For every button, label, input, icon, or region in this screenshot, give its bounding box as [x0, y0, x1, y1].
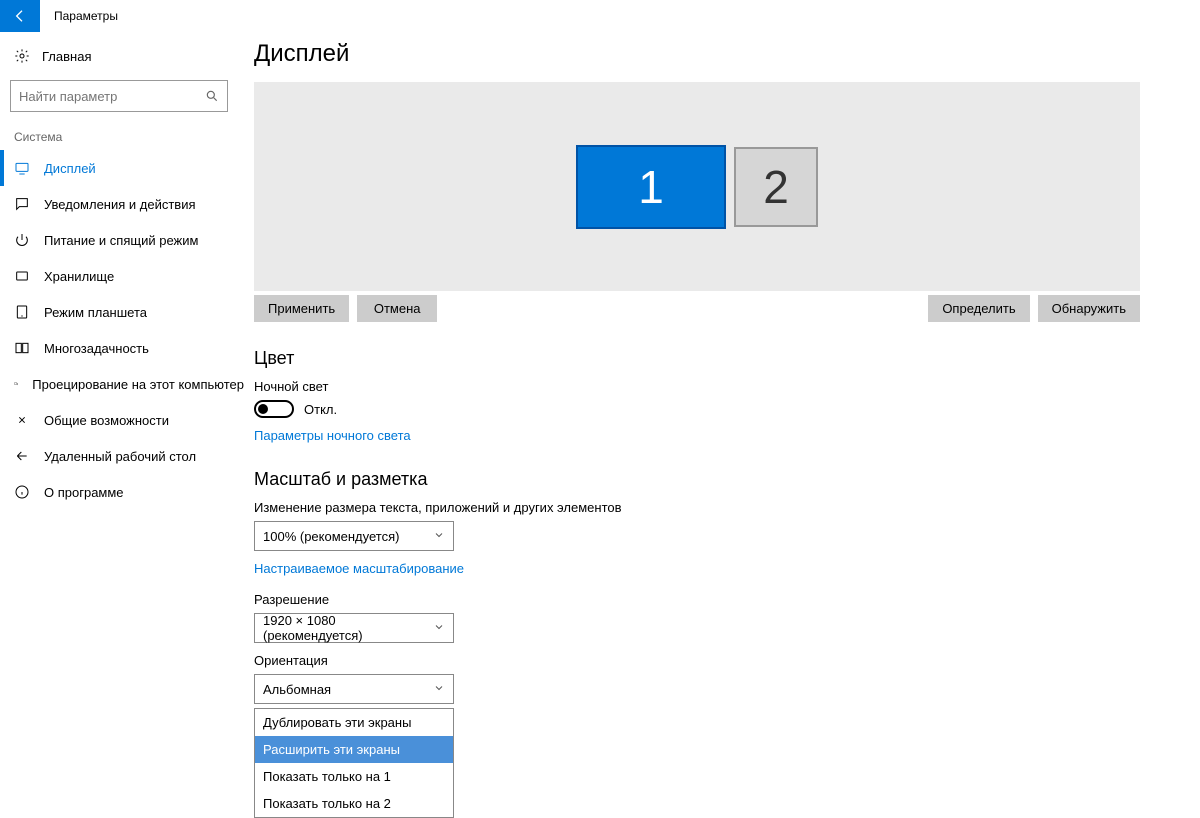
- sidebar-item-label: Удаленный рабочий стол: [44, 449, 196, 464]
- monitor-2[interactable]: 2: [734, 147, 818, 227]
- multiple-displays-dropdown[interactable]: Дублировать эти экраны Расширить эти экр…: [254, 708, 454, 818]
- resolution-value: 1920 × 1080 (рекомендуется): [263, 613, 433, 643]
- chevron-down-icon: [433, 682, 445, 694]
- monitor-icon: [14, 160, 30, 176]
- sidebar-item-label: Уведомления и действия: [44, 197, 196, 212]
- orientation-value: Альбомная: [263, 682, 331, 697]
- shared-icon: [14, 412, 30, 428]
- window-title: Параметры: [40, 0, 132, 32]
- monitor-1[interactable]: 1: [576, 145, 726, 229]
- info-icon: [14, 484, 30, 500]
- sidebar-item-multitasking[interactable]: Многозадачность: [0, 330, 248, 366]
- chat-icon: [14, 196, 30, 212]
- scale-value: 100% (рекомендуется): [263, 529, 399, 544]
- identify-button[interactable]: Определить: [928, 295, 1029, 322]
- sidebar-item-power[interactable]: Питание и спящий режим: [0, 222, 248, 258]
- apply-button[interactable]: Применить: [254, 295, 349, 322]
- search-box[interactable]: [10, 80, 228, 112]
- nightlight-state: Откл.: [304, 402, 337, 417]
- sidebar-item-label: Режим планшета: [44, 305, 147, 320]
- sidebar-item-label: Общие возможности: [44, 413, 169, 428]
- cancel-button[interactable]: Отмена: [357, 295, 437, 322]
- sidebar-item-label: Проецирование на этот компьютер: [32, 377, 244, 392]
- sidebar-group-label: Система: [10, 130, 248, 150]
- custom-scaling-link[interactable]: Настраиваемое масштабирование: [254, 561, 1140, 576]
- orientation-select[interactable]: Альбомная: [254, 674, 454, 704]
- sidebar-item-label: Многозадачность: [44, 341, 149, 356]
- remote-icon: [14, 448, 30, 464]
- sidebar-item-projecting[interactable]: Проецирование на этот компьютер: [0, 366, 248, 402]
- sidebar-item-label: Хранилище: [44, 269, 114, 284]
- sidebar-item-about[interactable]: О программе: [0, 474, 248, 510]
- sidebar-item-tablet[interactable]: Режим планшета: [0, 294, 248, 330]
- nightlight-settings-link[interactable]: Параметры ночного света: [254, 428, 1140, 443]
- sidebar-item-label: Питание и спящий режим: [44, 233, 198, 248]
- project-icon: [14, 376, 18, 392]
- tablet-icon: [14, 304, 30, 320]
- orientation-label: Ориентация: [254, 653, 1140, 668]
- color-heading: Цвет: [254, 348, 1140, 369]
- dropdown-option-only1[interactable]: Показать только на 1: [255, 763, 453, 790]
- sidebar-item-label: О программе: [44, 485, 124, 500]
- sidebar-home[interactable]: Главная: [10, 42, 248, 70]
- search-input[interactable]: [19, 89, 205, 104]
- chevron-down-icon: [433, 529, 445, 541]
- sidebar-home-label: Главная: [42, 49, 91, 64]
- dropdown-option-extend[interactable]: Расширить эти экраны: [255, 736, 453, 763]
- nightlight-label: Ночной свет: [254, 379, 1140, 394]
- dropdown-option-only2[interactable]: Показать только на 2: [255, 790, 453, 817]
- resolution-label: Разрешение: [254, 592, 1140, 607]
- resolution-select[interactable]: 1920 × 1080 (рекомендуется): [254, 613, 454, 643]
- back-button[interactable]: [0, 0, 40, 32]
- sidebar-item-label: Дисплей: [44, 161, 96, 176]
- sidebar-item-shared[interactable]: Общие возможности: [0, 402, 248, 438]
- scale-label: Изменение размера текста, приложений и д…: [254, 500, 1140, 515]
- dropdown-option-duplicate[interactable]: Дублировать эти экраны: [255, 709, 453, 736]
- sidebar-item-notifications[interactable]: Уведомления и действия: [0, 186, 248, 222]
- multitask-icon: [14, 340, 30, 356]
- page-title: Дисплей: [254, 40, 1140, 68]
- power-icon: [14, 232, 30, 248]
- sidebar-item-display[interactable]: Дисплей: [0, 150, 248, 186]
- monitor-arrangement[interactable]: 1 2: [254, 82, 1140, 291]
- scale-heading: Масштаб и разметка: [254, 469, 1140, 490]
- storage-icon: [14, 268, 30, 284]
- search-icon: [205, 89, 219, 103]
- nightlight-toggle[interactable]: [254, 400, 294, 418]
- arrow-left-icon: [12, 8, 28, 24]
- gear-icon: [14, 48, 30, 64]
- sidebar-item-remote[interactable]: Удаленный рабочий стол: [0, 438, 248, 474]
- detect-button[interactable]: Обнаружить: [1038, 295, 1140, 322]
- sidebar-item-storage[interactable]: Хранилище: [0, 258, 248, 294]
- scale-select[interactable]: 100% (рекомендуется): [254, 521, 454, 551]
- chevron-down-icon: [433, 621, 445, 633]
